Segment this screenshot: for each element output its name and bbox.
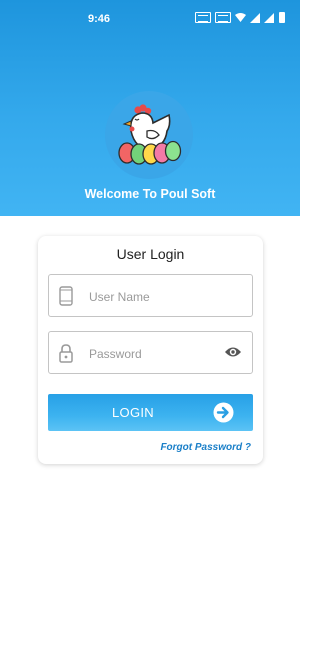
username-input[interactable] [87,275,221,318]
status-icons [195,12,285,23]
eye-icon[interactable] [224,345,242,359]
sim2-icon [215,12,231,23]
sim1-icon [195,12,211,23]
signal-icon [250,12,260,23]
login-card: User Login LOGIN Forgot Password ? [38,236,263,464]
status-bar: 9:46 [0,0,300,38]
chicken-eggs-icon [118,104,182,165]
lock-icon [59,344,73,363]
status-time: 9:46 [88,13,111,25]
app-logo [105,91,193,179]
username-field[interactable] [48,274,253,318]
password-field[interactable] [48,331,253,375]
password-input[interactable] [87,332,221,375]
battery-icon [279,12,285,23]
login-button-label: LOGIN [112,405,154,420]
forgot-password-link[interactable]: Forgot Password ? [160,442,251,453]
welcome-text: Welcome To Poul Soft [84,187,216,201]
arrow-right-icon [213,402,234,423]
login-button[interactable]: LOGIN [48,394,253,431]
phone-icon [59,286,73,306]
signal-icon-2 [264,12,274,23]
login-title: User Login [116,246,185,262]
wifi-icon [235,12,246,22]
